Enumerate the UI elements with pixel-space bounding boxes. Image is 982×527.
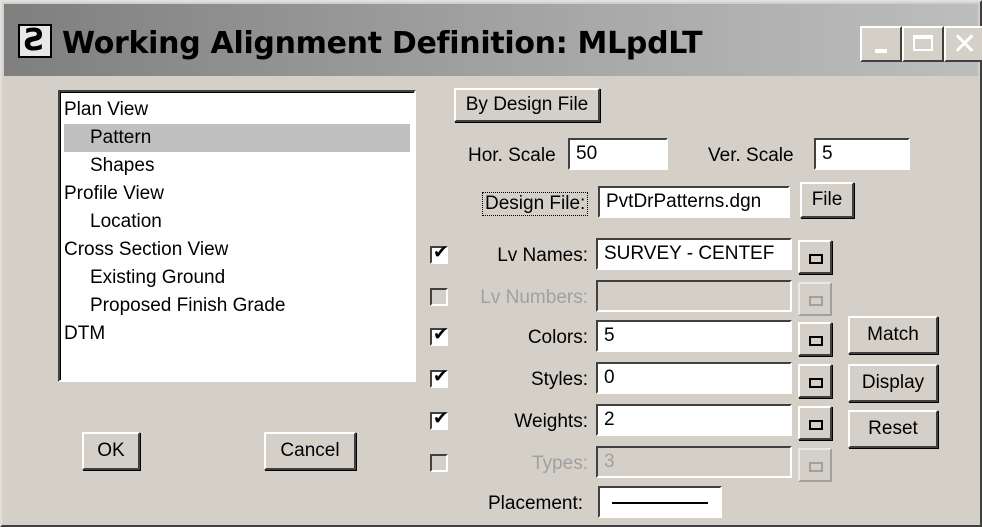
micro-station-icon: Ƨ [18, 23, 52, 58]
types-label: Types: [532, 453, 588, 474]
weights-input[interactable]: 2 [596, 404, 792, 436]
colors-checkbox[interactable]: ✔ [430, 324, 448, 346]
select-icon [809, 462, 823, 472]
styles-checkbox[interactable]: ✔ [430, 366, 448, 388]
lv-numbers-input[interactable] [596, 280, 792, 312]
check-icon: ✔ [433, 242, 449, 263]
maximize-button[interactable] [902, 26, 944, 62]
file-browse-button[interactable]: File [800, 182, 854, 218]
styles-label: Styles: [530, 369, 588, 390]
colors-pick-button[interactable] [798, 322, 832, 356]
maximize-icon [913, 35, 933, 51]
reset-button[interactable]: Reset [848, 410, 938, 448]
types-checkbox[interactable] [430, 454, 448, 472]
by-design-file-button[interactable]: By Design File [454, 88, 600, 122]
list-item-location[interactable]: Location [64, 208, 162, 236]
styles-pick-button[interactable] [798, 364, 832, 398]
placement-label: Placement: [488, 493, 584, 514]
lv-names-input[interactable]: SURVEY - CENTEF [596, 238, 792, 270]
check-icon: ✔ [433, 324, 449, 345]
select-icon [809, 336, 823, 346]
minimize-button[interactable] [860, 26, 902, 62]
lv-numbers-label: Lv Numbers: [480, 287, 588, 308]
check-icon: ✔ [433, 408, 449, 429]
design-file-input[interactable]: PvtDrPatterns.dgn [598, 186, 790, 218]
select-icon [809, 378, 823, 388]
hor-scale-input[interactable]: 50 [568, 138, 668, 170]
line-preview-icon [612, 502, 708, 504]
ver-scale-input[interactable]: 5 [814, 138, 910, 170]
list-item-cross-section-view[interactable]: Cross Section View [64, 236, 228, 264]
lv-numbers-checkbox[interactable] [430, 288, 448, 306]
types-input[interactable]: 3 [596, 446, 792, 478]
weights-label: Weights: [514, 411, 588, 432]
close-icon: ✕ [952, 27, 978, 62]
colors-label: Colors: [527, 327, 588, 348]
working-alignment-dialog: Ƨ Working Alignment Definition: MLpdLT ✕… [0, 0, 982, 527]
placement-preview[interactable] [598, 486, 722, 518]
lv-names-label: Lv Names: [497, 245, 588, 266]
title-bar[interactable]: Ƨ Working Alignment Definition: MLpdLT ✕ [4, 4, 982, 76]
window-title: Working Alignment Definition: MLpdLT [62, 26, 703, 61]
weights-checkbox[interactable]: ✔ [430, 408, 448, 430]
list-item-dtm[interactable]: DTM [64, 320, 105, 348]
list-item-profile-view[interactable]: Profile View [64, 180, 164, 208]
check-icon: ✔ [433, 366, 449, 387]
select-icon [809, 296, 823, 306]
select-icon [809, 254, 823, 264]
ver-scale-label: Ver. Scale [708, 145, 794, 166]
types-pick-button[interactable] [798, 448, 832, 482]
list-item-existing-ground[interactable]: Existing Ground [64, 264, 225, 292]
minimize-icon [875, 49, 887, 53]
view-category-list[interactable]: Plan View Pattern Shapes Profile View Lo… [58, 90, 416, 382]
cancel-button[interactable]: Cancel [264, 432, 356, 470]
list-item-shapes[interactable]: Shapes [64, 152, 154, 180]
list-item-pattern[interactable]: Pattern [64, 124, 410, 152]
close-button[interactable]: ✕ [944, 26, 982, 62]
styles-input[interactable]: 0 [596, 362, 792, 394]
match-button[interactable]: Match [848, 316, 938, 354]
design-file-label: Design File: [482, 192, 589, 216]
ok-button[interactable]: OK [82, 432, 140, 470]
hor-scale-label: Hor. Scale [468, 145, 556, 166]
select-icon [809, 420, 823, 430]
weights-pick-button[interactable] [798, 406, 832, 440]
display-button[interactable]: Display [848, 364, 938, 402]
lv-numbers-pick-button[interactable] [798, 282, 832, 316]
list-item-proposed-finish-grade[interactable]: Proposed Finish Grade [64, 292, 285, 320]
lv-names-pick-button[interactable] [798, 240, 832, 274]
colors-input[interactable]: 5 [596, 320, 792, 352]
lv-names-checkbox[interactable]: ✔ [430, 242, 448, 264]
list-item-plan-view[interactable]: Plan View [64, 96, 148, 124]
